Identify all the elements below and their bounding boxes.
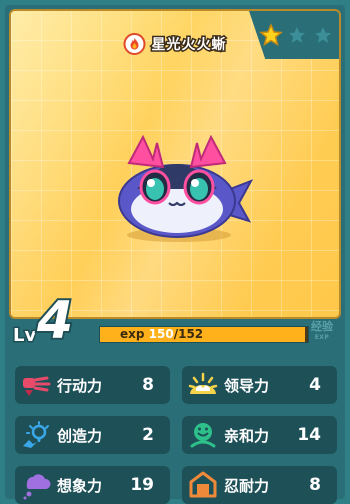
level-row: Lv 4 exp 150/152 经验 EXP (9, 289, 341, 357)
leadership-icon (188, 372, 218, 394)
speed-icon (23, 376, 51, 396)
exp-progress-bar: exp 150/152 (99, 326, 309, 343)
stat-endurance: 忍耐力 8 (182, 466, 337, 504)
affinity-icon (190, 423, 216, 448)
stat-speed: 行动力 8 (15, 366, 170, 404)
pet-name-header: 星光火火蜥 (123, 33, 227, 55)
stat-affinity: 亲和力 14 (182, 416, 337, 454)
exp-label: exp (120, 327, 145, 341)
star-empty-icon (311, 23, 335, 47)
stat-creativity: 创造力 2 (15, 416, 170, 454)
stat-label: 亲和力 (224, 426, 270, 445)
stat-leadership: 领导力 4 (182, 366, 337, 404)
stat-value: 4 (309, 375, 321, 395)
exp-side-sub: EXP (314, 334, 330, 341)
star-empty-icon (285, 23, 309, 47)
stat-value: 8 (309, 475, 321, 495)
imagination-icon (23, 474, 51, 500)
stat-label: 领导力 (224, 376, 270, 395)
exp-side-label: 经验 EXP (311, 321, 333, 343)
stats-grid: 行动力 8 领导力 4 创造力 2 亲和力 14 想象力 19 忍耐力 8 (15, 366, 337, 504)
fire-element-icon (123, 33, 146, 55)
stat-value: 14 (297, 425, 321, 445)
star-filled-icon (259, 23, 283, 47)
pet-name: 星光火火蜥 (150, 36, 227, 55)
pet-card: 星光火火蜥 Lv 4 exp 150/152 经验 EXP 行动力 8 领导力 … (5, 5, 345, 504)
pet-creature-image (118, 134, 254, 242)
exp-text: exp 150/152 (120, 327, 204, 341)
stat-imagination: 想象力 19 (15, 466, 170, 504)
stat-value: 8 (142, 375, 154, 395)
stat-value: 2 (142, 425, 154, 445)
pet-portrait-panel: 星光火火蜥 (9, 9, 341, 319)
stat-label: 忍耐力 (224, 476, 270, 495)
rarity-stars (259, 23, 335, 47)
creativity-icon (23, 421, 49, 448)
endurance-icon (189, 471, 217, 498)
level-value: 4 (35, 289, 75, 353)
level-label: Lv (11, 324, 37, 348)
exp-current: 150 (148, 327, 174, 341)
stat-value: 19 (130, 475, 154, 495)
stat-label: 想象力 (57, 476, 103, 495)
exp-max: 152 (178, 327, 204, 341)
stat-label: 创造力 (57, 426, 103, 445)
stat-label: 行动力 (57, 376, 103, 395)
